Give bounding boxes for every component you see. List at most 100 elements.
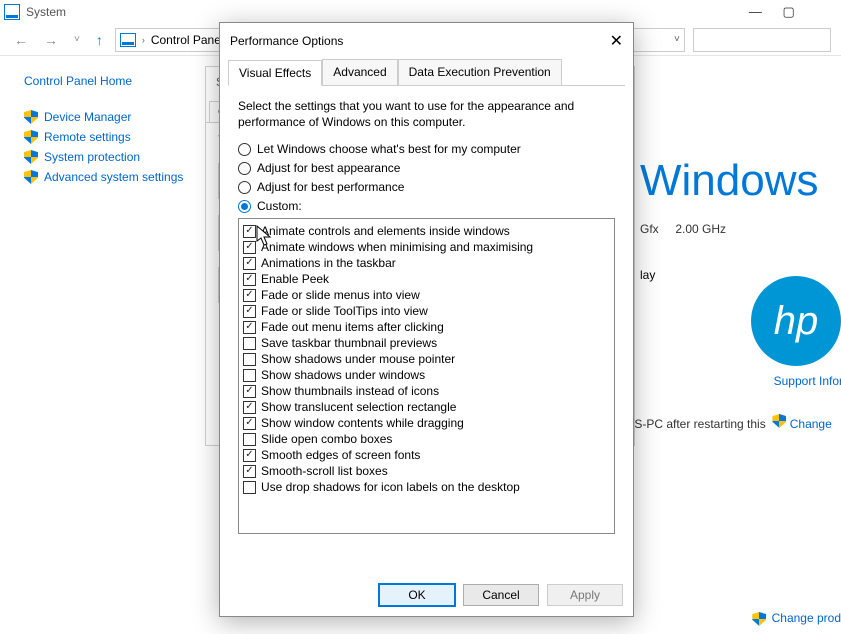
hp-logo: hp: [751, 276, 841, 366]
radio-icon: [238, 200, 251, 213]
checkbox-icon: [243, 273, 256, 286]
radio-best-performance[interactable]: Adjust for best performance: [238, 180, 615, 194]
radio-icon: [238, 181, 251, 194]
ok-button[interactable]: OK: [379, 584, 455, 606]
tab-dep[interactable]: Data Execution Prevention: [398, 59, 562, 85]
sidebar-item-label: Advanced system settings: [44, 170, 183, 184]
visual-effect-option[interactable]: Animations in the taskbar: [243, 255, 610, 271]
address-path: Control Panel: [151, 33, 224, 47]
dialog-tabs: Visual Effects Advanced Data Execution P…: [228, 59, 625, 86]
radio-label: Let Windows choose what's best for my co…: [257, 142, 521, 156]
option-label: Show window contents while dragging: [261, 416, 464, 430]
option-label: Enable Peek: [261, 272, 329, 286]
addressbar-dropdown-icon[interactable]: ˅: [674, 34, 680, 45]
cancel-button[interactable]: Cancel: [463, 584, 539, 606]
system-icon: [4, 4, 20, 20]
change-product-key-link[interactable]: Change prod: [752, 611, 841, 626]
checkbox-icon: [243, 337, 256, 350]
visual-effect-option[interactable]: Slide open combo boxes: [243, 431, 610, 447]
option-label: Show shadows under mouse pointer: [261, 352, 455, 366]
checkbox-icon: [243, 305, 256, 318]
checkbox-icon: [243, 449, 256, 462]
visual-effect-option[interactable]: Smooth-scroll list boxes: [243, 463, 610, 479]
recent-dropdown[interactable]: ˅: [70, 34, 84, 45]
shield-icon: [772, 414, 786, 428]
search-input[interactable]: [693, 28, 831, 52]
checkbox-icon: [243, 289, 256, 302]
back-button[interactable]: ←: [10, 32, 32, 48]
checkbox-icon: [243, 417, 256, 430]
visual-effect-option[interactable]: Smooth edges of screen fonts: [243, 447, 610, 463]
option-label: Show shadows under windows: [261, 368, 425, 382]
sidebar: Control Panel Home Device Manager Remote…: [0, 56, 200, 634]
tab-visual-effects[interactable]: Visual Effects: [228, 60, 322, 86]
visual-effect-option[interactable]: Show thumbnails instead of icons: [243, 383, 610, 399]
checkbox-icon: [243, 241, 256, 254]
minimize-button[interactable]: —: [740, 4, 770, 19]
addressbar-icon: [120, 33, 136, 47]
shield-icon: [24, 110, 38, 124]
shield-icon: [24, 150, 38, 164]
option-label: Animations in the taskbar: [261, 256, 396, 270]
option-label: Use drop shadows for icon labels on the …: [261, 480, 520, 494]
option-label: Show thumbnails instead of icons: [261, 384, 439, 398]
visual-effect-option[interactable]: Enable Peek: [243, 271, 610, 287]
sidebar-system-protection[interactable]: System protection: [24, 150, 190, 164]
maximize-button[interactable]: ▢: [774, 4, 804, 20]
window-controls: — ▢: [740, 4, 837, 20]
radio-label: Adjust for best appearance: [257, 161, 400, 175]
visual-effect-option[interactable]: Animate windows when minimising and maxi…: [243, 239, 610, 255]
window-title: System: [26, 5, 66, 19]
gfx-value: 2.00 GHz: [675, 222, 726, 236]
option-label: Animate windows when minimising and maxi…: [261, 240, 533, 254]
change-product-label: Change prod: [772, 611, 841, 625]
apply-button[interactable]: Apply: [547, 584, 623, 606]
visual-effects-list[interactable]: Animate controls and elements inside win…: [238, 218, 615, 534]
shield-icon: [752, 612, 766, 626]
visual-effect-option[interactable]: Fade or slide ToolTips into view: [243, 303, 610, 319]
checkbox-icon: [243, 465, 256, 478]
option-label: Smooth-scroll list boxes: [261, 464, 388, 478]
chevron-icon: ›: [142, 35, 145, 45]
visual-effect-option[interactable]: Show shadows under mouse pointer: [243, 351, 610, 367]
control-panel-home-link[interactable]: Control Panel Home: [24, 74, 190, 88]
visual-effect-option[interactable]: Animate controls and elements inside win…: [243, 223, 610, 239]
visual-effect-option[interactable]: Show translucent selection rectangle: [243, 399, 610, 415]
radio-best-appearance[interactable]: Adjust for best appearance: [238, 161, 615, 175]
performance-options-dialog: Performance Options ✕ Visual Effects Adv…: [219, 22, 634, 617]
visual-effect-option[interactable]: Show shadows under windows: [243, 367, 610, 383]
shield-icon: [24, 130, 38, 144]
dialog-description: Select the settings that you want to use…: [238, 98, 615, 130]
right-panel: Windows Gfx 2.00 GHz lay hp Support Info…: [630, 56, 841, 634]
sidebar-device-manager[interactable]: Device Manager: [24, 110, 190, 124]
checkbox-icon: [243, 385, 256, 398]
radio-custom[interactable]: Custom:: [238, 199, 615, 213]
option-label: Smooth edges of screen fonts: [261, 448, 420, 462]
support-info-link[interactable]: Support Infor: [774, 374, 841, 388]
checkbox-icon: [243, 369, 256, 382]
checkbox-icon: [243, 433, 256, 446]
windows-logo-text: Windows: [640, 156, 841, 206]
visual-effect-option[interactable]: Fade out menu items after clicking: [243, 319, 610, 335]
dialog-title: Performance Options: [230, 34, 343, 48]
titlebar: System — ▢: [0, 0, 841, 24]
sidebar-remote-settings[interactable]: Remote settings: [24, 130, 190, 144]
visual-effect-option[interactable]: Use drop shadows for icon labels on the …: [243, 479, 610, 495]
visual-effect-option[interactable]: Save taskbar thumbnail previews: [243, 335, 610, 351]
forward-button[interactable]: →: [40, 32, 62, 48]
tab-advanced[interactable]: Advanced: [322, 59, 397, 85]
close-icon[interactable]: ✕: [610, 31, 623, 51]
checkbox-icon: [243, 481, 256, 494]
option-label: Fade out menu items after clicking: [261, 320, 444, 334]
radio-let-windows-choose[interactable]: Let Windows choose what's best for my co…: [238, 142, 615, 156]
sidebar-advanced-system-settings[interactable]: Advanced system settings: [24, 170, 190, 184]
up-button[interactable]: ↑: [92, 32, 107, 48]
checkbox-icon: [243, 353, 256, 366]
radio-label: Adjust for best performance: [257, 180, 404, 194]
sidebar-item-label: Device Manager: [44, 110, 131, 124]
radio-icon: [238, 143, 251, 156]
visual-effect-option[interactable]: Fade or slide menus into view: [243, 287, 610, 303]
sidebar-item-label: System protection: [44, 150, 140, 164]
visual-effect-option[interactable]: Show window contents while dragging: [243, 415, 610, 431]
checkbox-icon: [243, 401, 256, 414]
